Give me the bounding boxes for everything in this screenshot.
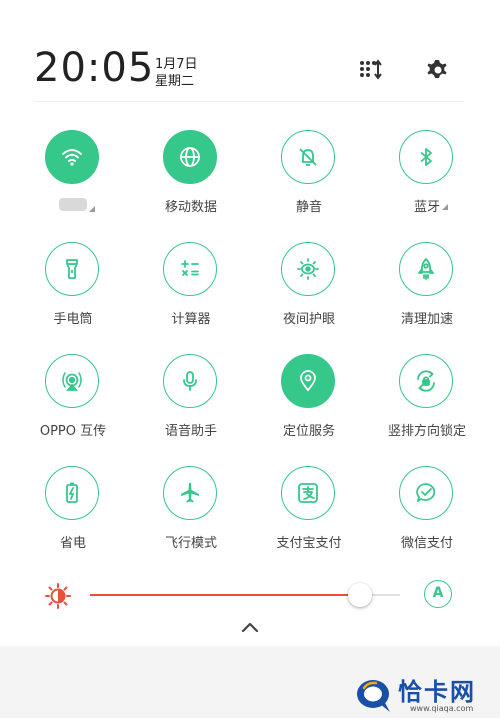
- tile-label: 飞行模式: [164, 536, 217, 551]
- tile-label: 夜间护眼: [282, 312, 335, 327]
- tile-label: 省电: [59, 536, 86, 551]
- tile-voice-assistant[interactable]: 语音助手: [132, 354, 250, 454]
- share-signal-icon[interactable]: [45, 354, 99, 408]
- tile-flashlight[interactable]: 手电筒: [14, 242, 132, 342]
- tile-label: 定位服务: [282, 424, 335, 439]
- tile-label: 语音助手: [164, 424, 217, 439]
- tile-label: 清理加速: [400, 312, 453, 327]
- tile-label: 静音: [295, 200, 322, 215]
- tile-airplane-mode[interactable]: 飞行模式: [132, 466, 250, 566]
- tile-label: 微信支付: [400, 536, 453, 551]
- tile-label: 蓝牙: [413, 200, 440, 215]
- brightness-row: A: [0, 570, 500, 620]
- eye-sun-icon[interactable]: [281, 242, 335, 296]
- tile-wechat-pay[interactable]: 微信支付: [368, 466, 486, 566]
- tile-night-mode[interactable]: 夜间护眼: [250, 242, 368, 342]
- flashlight-icon[interactable]: [45, 242, 99, 296]
- location-pin-icon[interactable]: [281, 354, 335, 408]
- alipay-icon[interactable]: [281, 466, 335, 520]
- microphone-icon[interactable]: [163, 354, 217, 408]
- watermark-logo: [354, 674, 394, 714]
- tile-portrait-lock[interactable]: 竖排方向锁定: [368, 354, 486, 454]
- chevron-up-icon[interactable]: [238, 618, 262, 636]
- airplane-icon[interactable]: [163, 466, 217, 520]
- tile-label: 手电筒: [53, 312, 93, 327]
- brightness-fill: [90, 594, 360, 596]
- tile-label: OPPO 互传: [39, 424, 107, 439]
- wifi-icon[interactable]: [45, 130, 99, 184]
- bell-off-icon[interactable]: [281, 130, 335, 184]
- tile-label: 竖排方向锁定: [387, 424, 466, 439]
- battery-saver-icon[interactable]: [45, 466, 99, 520]
- watermark: 恰卡网 www.qiaqa.com: [352, 672, 500, 718]
- expand-corner-icon: [89, 206, 95, 212]
- calculator-icon[interactable]: [163, 242, 217, 296]
- tile-wifi[interactable]: [14, 130, 132, 230]
- bluetooth-icon[interactable]: [399, 130, 453, 184]
- rocket-icon[interactable]: [399, 242, 453, 296]
- quick-settings-grid: 移动数据 静音 蓝牙 手电筒 计算器 夜间护眼 清理加速 OPPO 互传 语音助…: [0, 0, 500, 560]
- tile-alipay[interactable]: 支付宝支付: [250, 466, 368, 566]
- auto-brightness-button[interactable]: A: [424, 580, 452, 608]
- brightness-sun-icon: [44, 582, 72, 610]
- tile-label: 计算器: [171, 312, 211, 327]
- expand-corner-icon: [442, 204, 448, 210]
- wechat-pay-icon[interactable]: [399, 466, 453, 520]
- watermark-url: www.qiaqa.com: [410, 704, 474, 713]
- globe-icon[interactable]: [163, 130, 217, 184]
- tile-bluetooth[interactable]: 蓝牙: [368, 130, 486, 230]
- tile-cleanup[interactable]: 清理加速: [368, 242, 486, 342]
- tile-oppo-share[interactable]: OPPO 互传: [14, 354, 132, 454]
- brightness-slider-thumb[interactable]: [348, 583, 372, 607]
- tile-label: 移动数据: [164, 200, 217, 215]
- tile-calculator[interactable]: 计算器: [132, 242, 250, 342]
- tile-label: 支付宝支付: [276, 536, 342, 551]
- tile-mute[interactable]: 静音: [250, 130, 368, 230]
- tile-power-saving[interactable]: 省电: [14, 466, 132, 566]
- tile-mobile-data[interactable]: 移动数据: [132, 130, 250, 230]
- tile-location[interactable]: 定位服务: [250, 354, 368, 454]
- watermark-text: 恰卡网: [398, 678, 476, 706]
- rotation-lock-icon[interactable]: [399, 354, 453, 408]
- wifi-network-name-redacted: [59, 198, 87, 211]
